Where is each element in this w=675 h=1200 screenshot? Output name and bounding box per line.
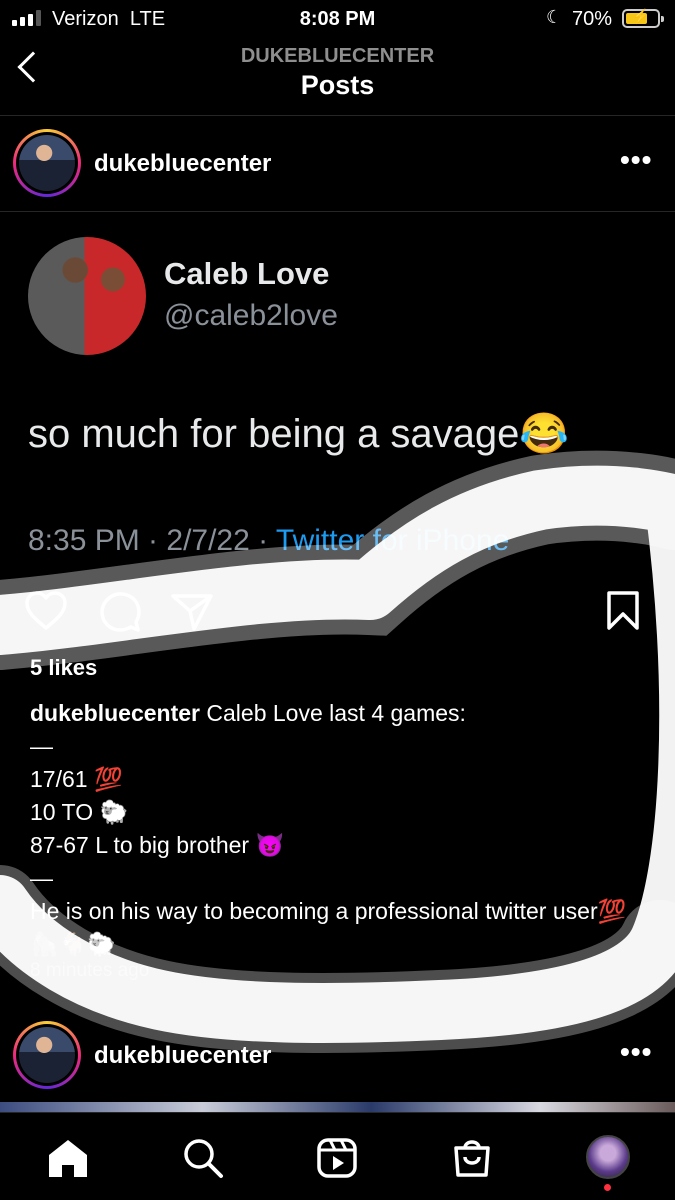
charging-bolt-icon: ⚡ [632, 8, 650, 24]
tweet-meta: 8:35 PM · 2/7/22 · Twitter for iPhone [28, 524, 509, 558]
caption-first-line: Caleb Love last 4 games: [200, 700, 466, 726]
tweet-author-handle: @caleb2love [164, 299, 338, 332]
comment-icon[interactable] [98, 590, 142, 634]
caption-line: He is on his way to becoming a professio… [30, 898, 627, 957]
header-divider [0, 115, 675, 116]
home-icon[interactable] [46, 1137, 90, 1179]
next-post-image[interactable] [0, 1102, 675, 1112]
battery-charging-icon: ⚡ [622, 8, 664, 28]
likes-count[interactable]: 5 likes [30, 655, 97, 681]
notification-dot [604, 1184, 611, 1191]
next-post-username[interactable]: dukebluecenter [94, 1042, 271, 1070]
caption-line: 87-67 L to big brother 😈 [30, 832, 285, 858]
caption-line: 10 TO 🐑 [30, 799, 129, 825]
share-icon[interactable] [170, 592, 214, 632]
shop-icon[interactable] [452, 1135, 492, 1179]
post-time-ago: 8 minutes ago [30, 960, 150, 981]
profile-username-header: DUKEBLUECENTER [240, 45, 435, 67]
page-title: Posts [300, 70, 375, 100]
reels-icon[interactable] [316, 1137, 358, 1179]
next-post-avatar[interactable] [13, 1021, 81, 1089]
post-username[interactable]: dukebluecenter [94, 150, 271, 178]
bookmark-icon[interactable] [604, 590, 642, 632]
profile-avatar[interactable] [586, 1135, 630, 1179]
bottom-tab-bar [0, 1112, 675, 1200]
more-icon[interactable]: ••• [620, 144, 652, 176]
caption-username[interactable]: dukebluecenter [30, 700, 200, 726]
caption-line: — [30, 733, 53, 759]
status-bar: Verizon LTE 8:08 PM ☾ 70% ⚡ [0, 0, 675, 38]
caption-line: — [30, 865, 53, 891]
search-icon[interactable] [182, 1137, 224, 1179]
next-post-more-icon[interactable]: ••• [620, 1036, 652, 1068]
moon-icon: ☾ [546, 7, 563, 27]
post-avatar[interactable] [13, 129, 81, 197]
caption-line: 17/61 💯 [30, 766, 123, 792]
heart-icon[interactable] [24, 590, 68, 632]
tweet-author-name: Caleb Love [164, 256, 330, 291]
tweet-avatar [28, 237, 146, 355]
tweet-source: Twitter for iPhone [275, 524, 510, 557]
battery-percent: 70% [572, 8, 613, 30]
tweet-timestamp: 8:35 PM · 2/7/22 · [28, 524, 276, 557]
post-caption: dukebluecenter Caleb Love last 4 games: … [30, 697, 645, 961]
tweet-text: so much for being a savage😂 [28, 412, 570, 456]
post-header-divider [0, 211, 675, 212]
